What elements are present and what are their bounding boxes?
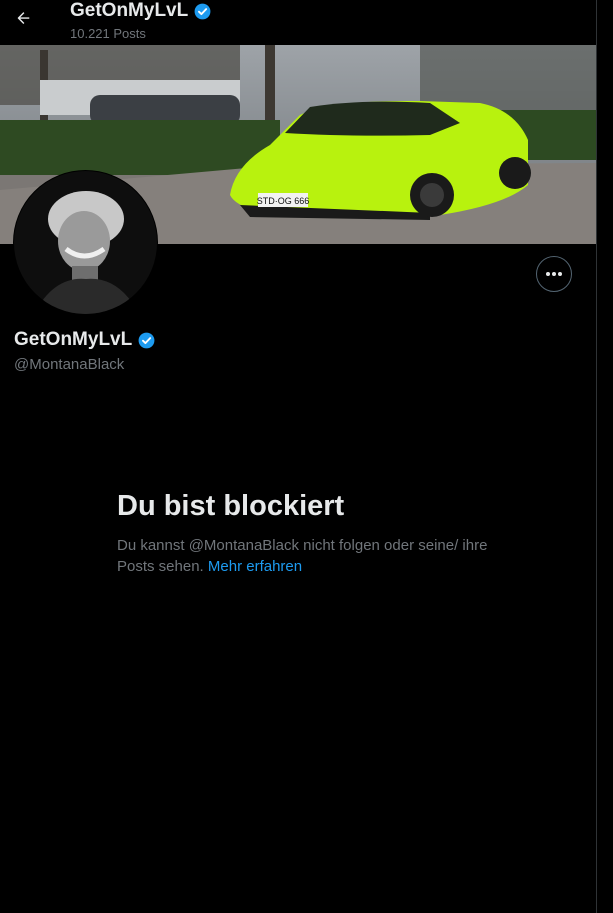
profile-name: GetOnMyLvL bbox=[14, 329, 133, 350]
arrow-left-icon bbox=[17, 12, 30, 24]
blocked-message: Du kannst @MontanaBlack nicht folgen ode… bbox=[117, 535, 497, 577]
blocked-title: Du bist blockiert bbox=[117, 490, 345, 522]
profile-handle: @MontanaBlack bbox=[14, 356, 125, 373]
profile-avatar[interactable] bbox=[13, 170, 158, 315]
blocked-text: Du kannst @MontanaBlack nicht folgen ode… bbox=[117, 537, 488, 575]
avatar-image bbox=[14, 171, 157, 314]
profile-header-bar: GetOnMyLvL 10.221 Posts bbox=[0, 0, 596, 45]
header-title: GetOnMyLvL bbox=[70, 0, 189, 21]
license-plate-text: STD·OG 666 bbox=[257, 196, 310, 206]
learn-more-link[interactable]: Mehr erfahren bbox=[208, 558, 302, 575]
header-title-row: GetOnMyLvL bbox=[70, 0, 212, 22]
verified-badge-icon[interactable] bbox=[137, 331, 156, 350]
column-border bbox=[596, 0, 597, 913]
profile-name-row: GetOnMyLvL bbox=[14, 329, 156, 351]
back-button[interactable] bbox=[12, 6, 36, 30]
more-options-button[interactable] bbox=[536, 256, 572, 292]
posts-count: 10.221 Posts bbox=[70, 26, 146, 41]
verified-badge-icon bbox=[194, 3, 211, 19]
more-horizontal-icon bbox=[546, 272, 562, 276]
